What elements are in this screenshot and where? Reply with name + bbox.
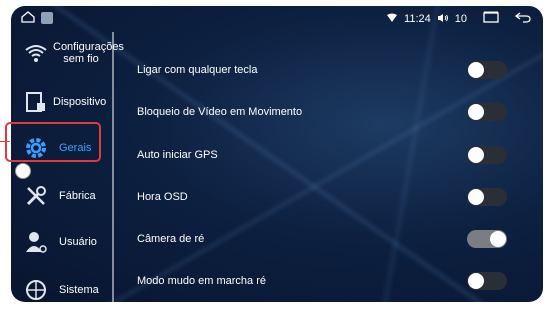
sidebar-item-label: Usuário xyxy=(59,236,97,248)
highlight-pointer-line xyxy=(0,141,10,142)
setting-label: Ligar com qualquer tecla xyxy=(137,64,258,76)
status-bar: 11:24 10 xyxy=(11,6,543,32)
recent-apps-icon[interactable] xyxy=(483,11,499,26)
back-icon[interactable] xyxy=(514,11,531,26)
toggle-switch[interactable] xyxy=(467,188,507,206)
home-icon[interactable] xyxy=(21,11,35,26)
toggle-knob xyxy=(468,104,484,120)
setting-row-mute-reverse[interactable]: Modo mudo em marcha ré xyxy=(137,266,507,296)
toggle-switch[interactable] xyxy=(467,146,507,164)
toggle-switch[interactable] xyxy=(467,272,507,290)
setting-label: Câmera de ré xyxy=(137,233,205,245)
tools-icon xyxy=(23,183,49,209)
setting-label: Auto iniciar GPS xyxy=(137,149,218,161)
selection-highlight xyxy=(5,122,101,162)
toggle-switch[interactable] xyxy=(467,230,507,248)
toggle-switch[interactable] xyxy=(467,103,507,121)
toggle-switch[interactable] xyxy=(467,61,507,79)
clock: 11:24 xyxy=(404,12,431,25)
status-right: 11:24 10 xyxy=(386,11,531,26)
setting-label: Hora OSD xyxy=(137,191,188,203)
sidebar-item-label: Sistema xyxy=(59,284,99,296)
toggle-knob xyxy=(468,62,484,78)
toggle-knob xyxy=(468,273,484,289)
volume-icon xyxy=(437,12,449,26)
app-thumbnail-icon[interactable] xyxy=(41,12,53,24)
sidebar-item-factory[interactable]: Fábrica xyxy=(11,176,111,216)
wifi-icon xyxy=(23,40,49,66)
sidebar-item-wireless[interactable]: Configurações sem fio xyxy=(11,33,124,73)
sidebar-item-user[interactable]: Usuário xyxy=(11,222,111,262)
wifi-status-icon xyxy=(386,12,398,26)
volume-level: 10 xyxy=(454,12,467,25)
setting-row-video-lock[interactable]: Bloqueio de Vídeo em Movimento xyxy=(137,97,507,127)
setting-row-any-key[interactable]: Ligar com qualquer tecla xyxy=(137,55,507,85)
setting-row-osd-time[interactable]: Hora OSD xyxy=(137,182,507,212)
setting-label: Bloqueio de Vídeo em Movimento xyxy=(137,106,303,118)
user-icon xyxy=(23,229,49,255)
toggle-knob xyxy=(468,147,484,163)
sidebar-divider xyxy=(112,32,114,302)
sidebar-item-system[interactable]: Sistema xyxy=(11,270,111,310)
sidebar-item-device[interactable]: Dispositivo xyxy=(11,82,111,122)
sidebar-item-label: Fábrica xyxy=(59,190,96,202)
sidebar-item-label: Dispositivo xyxy=(53,96,107,108)
touch-indicator xyxy=(15,163,31,179)
device-icon xyxy=(23,89,49,115)
setting-label: Modo mudo em marcha ré xyxy=(137,275,266,287)
system-icon xyxy=(23,277,49,303)
toggle-knob xyxy=(490,231,506,247)
toggle-knob xyxy=(468,189,484,205)
sidebar-item-label: Configurações sem fio xyxy=(53,41,124,65)
setting-row-reverse-camera[interactable]: Câmera de ré xyxy=(137,224,507,254)
setting-row-auto-gps[interactable]: Auto iniciar GPS xyxy=(137,140,507,170)
